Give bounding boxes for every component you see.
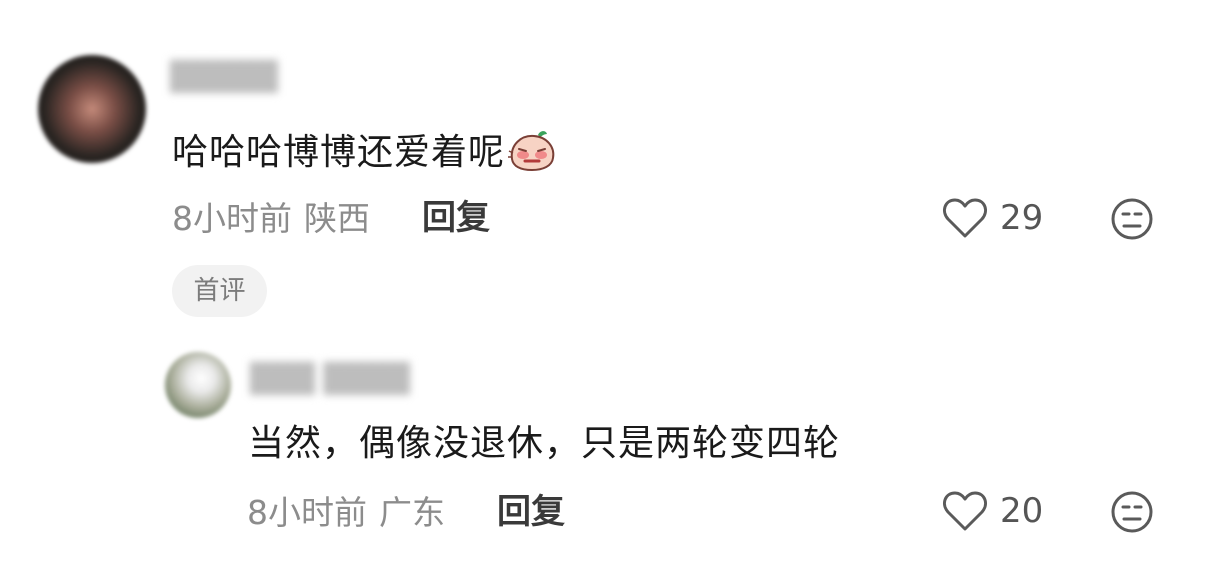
heart-outline-icon [943, 491, 987, 531]
like-count: 29 [1000, 198, 1044, 238]
comment-text: 哈哈哈博博还爱着呢 [172, 131, 557, 175]
avatar[interactable] [38, 55, 146, 163]
comment-meta: 8小时前 广东 [247, 496, 445, 529]
reply-button[interactable]: 回复 [422, 201, 490, 235]
comment-time: 8小时前 [172, 199, 292, 238]
comment-region: 广东 [379, 493, 445, 532]
like-count: 20 [1000, 491, 1044, 531]
avatar[interactable] [165, 352, 231, 418]
reply-button[interactable]: 回复 [497, 495, 565, 529]
like-button[interactable]: 29 [942, 196, 1043, 240]
neutral-face-icon [1111, 491, 1153, 533]
like-button[interactable]: 20 [942, 489, 1043, 533]
username-redacted: █████ [170, 60, 278, 93]
username-redacted: ███ ████ [250, 362, 410, 395]
comment-body: 哈哈哈博博还爱着呢 [172, 132, 506, 173]
dislike-button[interactable] [1110, 490, 1154, 534]
comment-meta: 8小时前 陕西 [172, 202, 370, 235]
comment-thread: █████ 哈哈哈博博还爱着呢 8小时前 陕西 回复 29 首评 ███ ███… [0, 0, 1220, 564]
comment-time: 8小时前 [247, 493, 367, 532]
neutral-face-icon [1111, 198, 1153, 240]
reply-comment-text: 当然，偶像没退休，只是两轮变四轮 [248, 423, 841, 464]
dislike-button[interactable] [1110, 197, 1154, 241]
comment-region: 陕西 [304, 199, 370, 238]
first-comment-badge: 首评 [172, 265, 267, 317]
heart-outline-icon [943, 198, 987, 238]
shy-blush-emoji-icon [507, 129, 557, 172]
